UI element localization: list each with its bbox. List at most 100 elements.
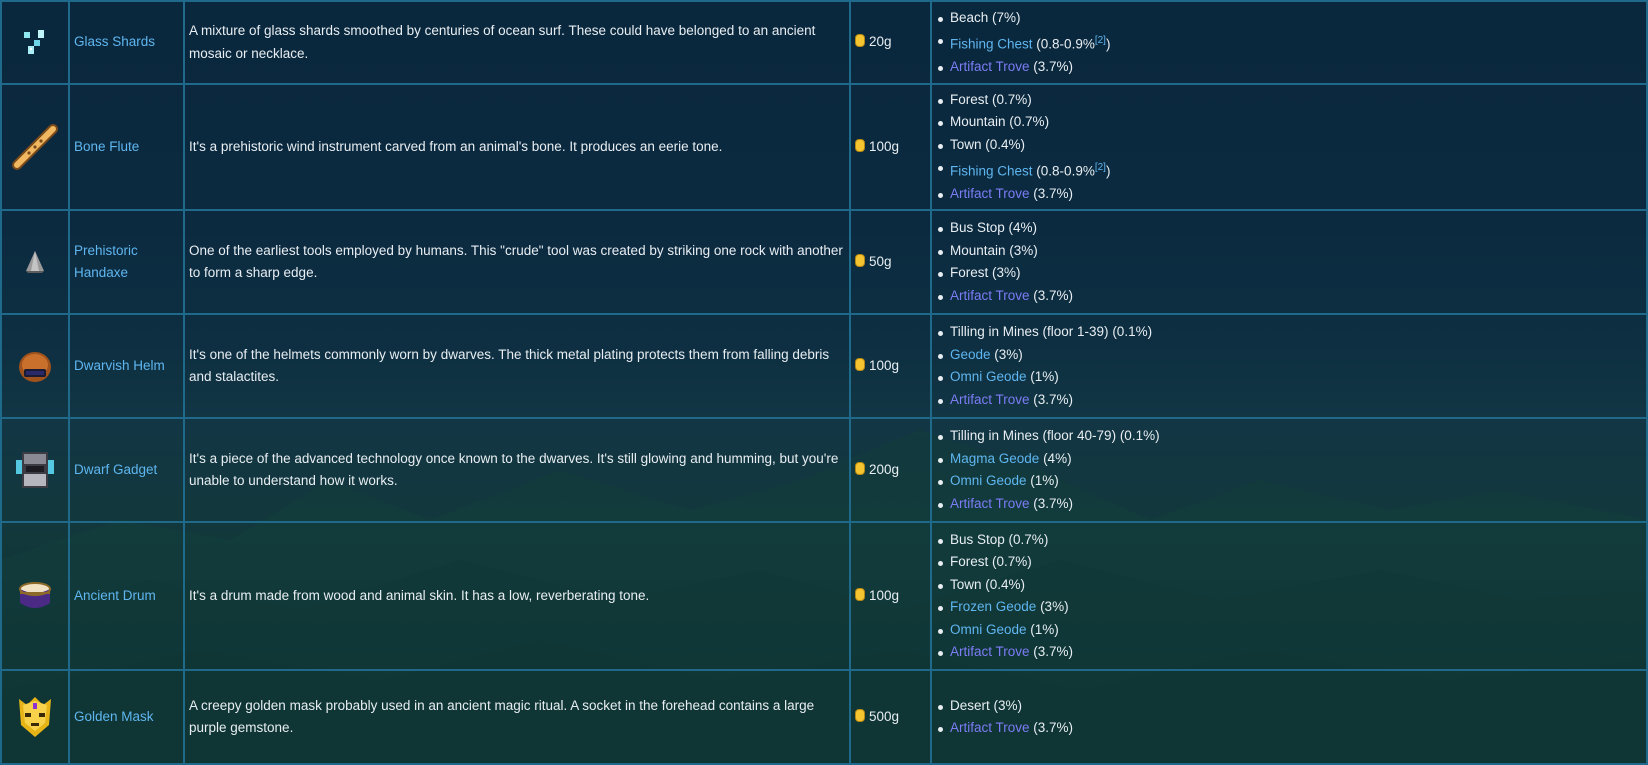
item-description: It's a prehistoric wind instrument carve… [183, 83, 851, 211]
item-name-link-ancient-drum[interactable]: Ancient Drum [74, 588, 156, 603]
gold-coin-icon [855, 34, 865, 48]
location-item: Forest (0.7%) [936, 551, 1642, 574]
drop-chance: (1%) [1026, 369, 1059, 384]
location-name: Bus Stop [950, 220, 1005, 235]
item-name-link-dwarvish-helm[interactable]: Dwarvish Helm [74, 358, 165, 373]
golden-mask-icon[interactable] [0, 669, 70, 765]
item-price-cell: 100g [849, 313, 932, 419]
location-name: Tilling in Mines (floor 1-39) [950, 324, 1109, 339]
gold-coin-icon [855, 461, 865, 475]
ancient-drum-icon[interactable] [0, 521, 70, 671]
item-price-cell: 500g [849, 669, 932, 765]
drop-chance-close: ) [1105, 36, 1111, 52]
glass-shards-icon[interactable] [0, 0, 70, 85]
location-link-artifact-trove[interactable]: Artifact Trove [950, 644, 1030, 659]
location-link-fishing-chest[interactable]: Fishing Chest [950, 164, 1033, 179]
location-item: Forest (3%) [936, 262, 1642, 285]
footnote-link[interactable]: [2] [1095, 162, 1106, 173]
location-link-omni-geode[interactable]: Omni Geode [950, 369, 1027, 384]
location-item: Artifact Trove (3.7%) [936, 641, 1642, 664]
location-link-omni-geode[interactable]: Omni Geode [950, 473, 1027, 488]
footnote-link[interactable]: [2] [1095, 35, 1106, 46]
location-link-geode[interactable]: Geode [950, 347, 991, 362]
item-name-cell: Prehistoric Handaxe [68, 209, 185, 315]
location-name: Town [950, 136, 982, 152]
location-item: Omni Geode (1%) [936, 619, 1642, 642]
drop-chance: (3.7%) [1029, 287, 1074, 303]
item-price-cell: 100g [849, 521, 932, 671]
item-name-cell: Bone Flute [68, 83, 185, 211]
item-name-cell: Dwarvish Helm [68, 313, 185, 419]
item-locations-cell: Forest (0.7%) Mountain (0.7%) Town (0.4%) F… [930, 83, 1648, 211]
location-name: Desert [950, 697, 990, 713]
item-price-cell: 100g [849, 83, 932, 211]
item-name-cell: Golden Mask [68, 669, 185, 765]
location-link-artifact-trove[interactable]: Artifact Trove [950, 59, 1030, 74]
prehistoric-handaxe-icon[interactable] [0, 209, 70, 315]
drop-chance: (3%) [990, 346, 1023, 362]
item-price: 50g [869, 253, 892, 269]
location-link-frozen-geode[interactable]: Frozen Geode [950, 599, 1036, 614]
table-row: Golden Mask A creepy golden mask probably… [0, 669, 1648, 765]
table-row: Glass Shards A mixture of glass shards sm… [0, 0, 1648, 85]
item-description: A creepy golden mask probably used in an… [183, 669, 851, 765]
item-name-cell: Glass Shards [68, 0, 185, 85]
drop-chance: (3.7%) [1029, 495, 1074, 511]
dwarvish-helm-icon[interactable] [0, 313, 70, 419]
gold-coin-icon [855, 708, 865, 722]
item-locations-cell: Bus Stop (4%) Mountain (3%) Forest (3%) Art… [930, 209, 1648, 315]
location-item: Bus Stop (0.7%) [936, 529, 1642, 552]
item-description: A mixture of glass shards smoothed by ce… [183, 0, 851, 85]
artifacts-table: Glass Shards A mixture of glass shards sm… [0, 0, 1648, 765]
item-name-link-prehistoric-handaxe[interactable]: Prehistoric Handaxe [74, 243, 138, 281]
location-name: Tilling in Mines (floor 40-79) [950, 428, 1117, 443]
location-name: Mountain [950, 114, 1006, 129]
location-link-magma-geode[interactable]: Magma Geode [950, 451, 1039, 466]
item-name-link-glass-shards[interactable]: Glass Shards [74, 34, 155, 49]
location-link-fishing-chest[interactable]: Fishing Chest [950, 37, 1033, 52]
location-link-artifact-trove[interactable]: Artifact Trove [950, 186, 1030, 201]
location-list: Tilling in Mines (floor 40-79) (0.1%) Mag… [936, 425, 1642, 515]
location-link-omni-geode[interactable]: Omni Geode [950, 622, 1027, 637]
location-item: Artifact Trove (3.7%) [936, 389, 1642, 412]
item-description: One of the earliest tools employed by hu… [183, 209, 851, 315]
drop-chance: (0.7%) [988, 91, 1032, 107]
location-list: Tilling in Mines (floor 1-39) (0.1%) Geod… [936, 321, 1642, 411]
item-price-cell: 200g [849, 417, 932, 523]
table-row: Ancient Drum It's a drum made from wood a… [0, 521, 1648, 671]
location-item: Forest (0.7%) [936, 89, 1642, 112]
table-row: Prehistoric Handaxe One of the earliest t… [0, 209, 1648, 315]
location-item: Artifact Trove (3.7%) [936, 717, 1642, 740]
drop-chance: (3.7%) [1029, 186, 1074, 201]
item-price: 20g [869, 34, 892, 50]
location-item: Omni Geode (1%) [936, 366, 1642, 389]
location-item: Artifact Trove (3.7%) [936, 493, 1642, 516]
bone-flute-icon[interactable] [0, 83, 70, 211]
item-name-link-golden-mask[interactable]: Golden Mask [74, 709, 154, 724]
location-item: Frozen Geode (3%) [936, 596, 1642, 619]
location-link-artifact-trove[interactable]: Artifact Trove [950, 496, 1030, 511]
item-name-link-dwarf-gadget[interactable]: Dwarf Gadget [74, 462, 157, 477]
item-description: It's a piece of the advanced technology … [183, 417, 851, 523]
drop-chance: (0.8-0.9% [1032, 36, 1095, 52]
location-name: Forest [950, 554, 989, 569]
location-item: Fishing Chest (0.8-0.9%[2]) [936, 29, 1642, 56]
location-item: Mountain (0.7%) [936, 111, 1642, 134]
location-list: Desert (3%) Artifact Trove (3.7%) [936, 695, 1642, 740]
dwarf-gadget-icon[interactable] [0, 417, 70, 523]
item-description: It's one of the helmets commonly worn by… [183, 313, 851, 419]
location-item: Mountain (3%) [936, 240, 1642, 263]
location-item: Geode (3%) [936, 344, 1642, 367]
drop-chance: (1%) [1026, 473, 1059, 488]
location-link-artifact-trove[interactable]: Artifact Trove [950, 392, 1030, 407]
location-link-artifact-trove[interactable]: Artifact Trove [950, 288, 1030, 303]
item-name-link-bone-flute[interactable]: Bone Flute [74, 139, 139, 154]
item-price: 500g [869, 708, 900, 724]
drop-chance: (0.7%) [1004, 531, 1049, 547]
item-price: 200g [869, 461, 900, 477]
location-link-artifact-trove[interactable]: Artifact Trove [950, 720, 1030, 735]
location-item: Tilling in Mines (floor 1-39) (0.1%) [936, 321, 1642, 344]
gold-coin-icon [855, 357, 865, 371]
location-name: Town [950, 576, 982, 592]
location-name: Forest [950, 265, 989, 280]
